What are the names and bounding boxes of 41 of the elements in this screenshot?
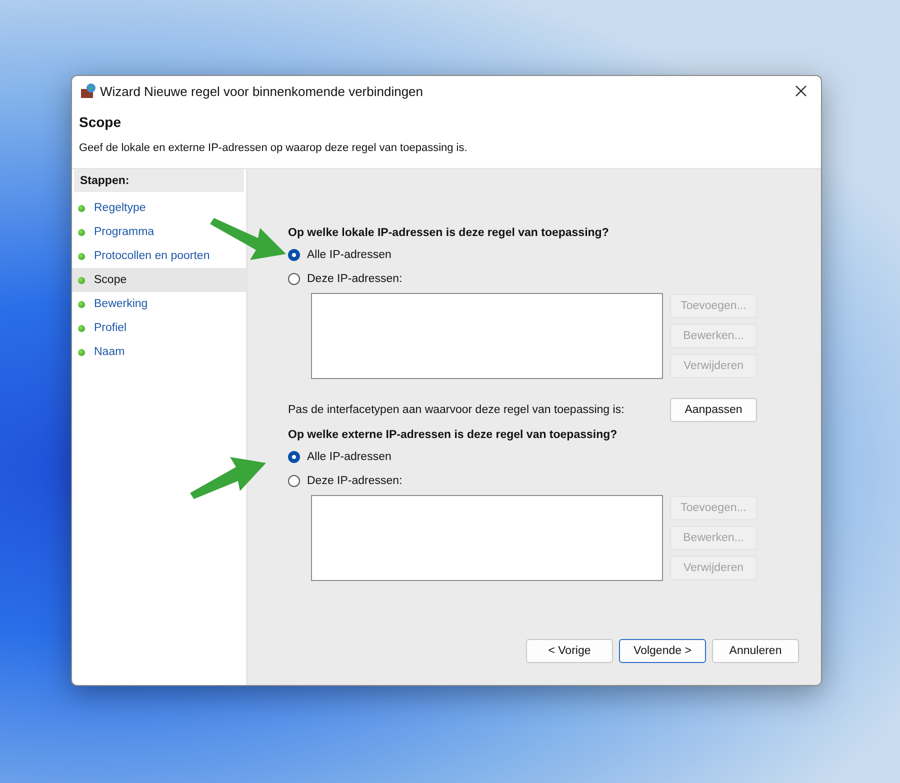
wizard-nav-button[interactable]: < Vorige [526,639,613,663]
interface-types-label: Pas de interfacetypen aan waarvoor deze regel van toepassing is: [288,404,624,416]
section-question: Op welke externe IP-adressen is deze regel van toepassing? [288,429,618,441]
steps-heading: Stappen: [74,169,244,192]
radio-button[interactable] [288,249,300,261]
step-dot-icon [78,252,85,260]
step-item[interactable]: Scope [78,268,127,292]
radio-label: Alle IP-adressen [307,451,392,463]
radio-label: Deze IP-adressen: [307,273,402,285]
page-description: Geef de lokale en externe IP-adressen op waarop deze regel van toepassing is. [79,142,468,154]
step-dot-icon [78,348,85,356]
step-dot-icon [78,324,85,332]
wizard-nav-button[interactable]: Annuleren [712,639,799,663]
page-title: Scope [79,114,122,130]
radio-label: Deze IP-adressen: [307,475,402,487]
radio-button[interactable] [288,273,300,285]
radio-button[interactable] [288,475,300,487]
address-list[interactable] [311,495,663,581]
step-dot-icon [78,300,85,308]
step-dot-icon [78,204,85,212]
customize-button[interactable]: Aanpassen [670,398,757,422]
step-dot-icon [78,276,85,284]
firewall-icon [80,83,96,99]
close-icon [795,85,807,97]
step-item[interactable]: Regeltype [78,196,146,220]
radio-option[interactable]: Alle IP-adressen [288,243,821,267]
window-title: Wizard Nieuwe regel voor binnenkomende verbindingen [100,84,424,98]
step-item[interactable]: Protocollen en poorten [78,244,210,268]
wizard-nav-button[interactable]: Volgende > [619,639,706,663]
step-item[interactable]: Programma [78,220,154,244]
step-item[interactable]: Naam [78,340,125,364]
step-dot-icon [78,228,85,236]
section-question: Op welke lokale IP-adressen is deze regel van toepassing? [288,227,610,239]
radio-button[interactable] [288,451,300,463]
radio-option[interactable]: Deze IP-adressen: [288,267,821,291]
address-list[interactable] [311,293,663,379]
step-item[interactable]: Bewerking [78,292,148,316]
step-item[interactable]: Profiel [78,316,127,340]
radio-option[interactable]: Alle IP-adressen [288,445,821,469]
radio-option[interactable]: Deze IP-adressen: [288,469,821,493]
radio-label: Alle IP-adressen [307,249,392,261]
